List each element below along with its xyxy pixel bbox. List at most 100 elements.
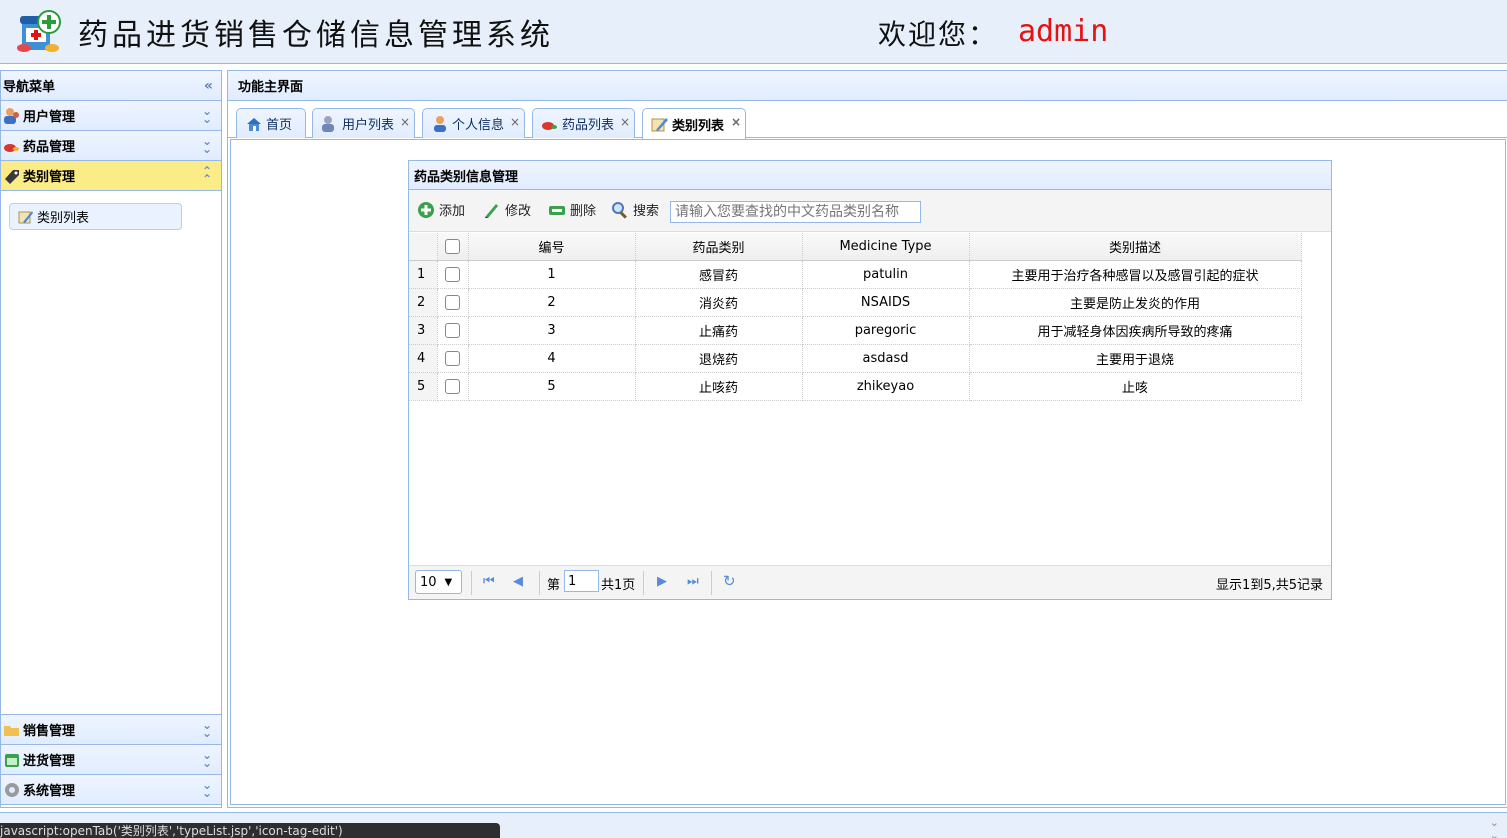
nav-section-system[interactable]: 系统管理 ⌄ ⌄	[1, 775, 221, 805]
row-checkbox-cell	[437, 288, 469, 317]
row-checkbox[interactable]	[445, 294, 460, 310]
search-label: 搜索	[633, 204, 660, 219]
nav-section-category[interactable]: 类别管理 ⌃ ⌃	[1, 161, 221, 191]
table-header-row: 编号 药品类别 Medicine Type 类别描述	[409, 233, 1302, 261]
next-page-icon[interactable]: ▶	[657, 574, 667, 589]
prev-page-icon[interactable]: ◀	[513, 574, 523, 589]
table-row[interactable]: 4 4 退烧药 asdasd 主要用于退烧	[409, 344, 1302, 373]
collapse-left-icon[interactable]: «	[204, 78, 213, 94]
main-panel-title: 功能主界面	[238, 80, 304, 95]
row-checkbox[interactable]	[445, 378, 460, 394]
tab-bar: 首页 用户列表 × 个人信息 × 药品列表 × 类别列表 ×	[228, 102, 1507, 139]
page-size-select[interactable]: 10 ▼	[415, 570, 462, 594]
nav-section-label: 用户管理	[23, 110, 76, 125]
expand-icon[interactable]: ⌄ ⌄	[202, 779, 212, 799]
expand-icon[interactable]: ⌄ ⌄	[202, 719, 212, 739]
separator	[539, 571, 540, 595]
users-icon	[322, 115, 334, 132]
main-panel-header: 功能主界面	[228, 71, 1507, 101]
rownum-header	[409, 233, 438, 261]
column-header-id[interactable]: 编号	[468, 233, 636, 261]
close-icon[interactable]: ×	[510, 115, 520, 129]
row-number: 5	[409, 372, 438, 401]
column-header-name[interactable]: 药品类别	[635, 233, 803, 261]
nav-section-label: 类别管理	[23, 170, 76, 185]
last-page-icon[interactable]: ⏭	[687, 574, 699, 589]
nav-section-sales[interactable]: 销售管理 ⌄ ⌄	[1, 715, 221, 745]
collapse-icon[interactable]: ⌃ ⌃	[202, 165, 212, 185]
cell-desc: 主要是防止发炎的作用	[969, 288, 1302, 317]
tab-profile[interactable]: 个人信息 ×	[422, 108, 525, 138]
cell-desc: 止咳	[969, 372, 1302, 401]
table-row[interactable]: 1 1 感冒药 patulin 主要用于治疗各种感冒以及感冒引起的症状	[409, 260, 1302, 289]
tab-label: 类别列表	[672, 118, 725, 134]
column-header-desc[interactable]: 类别描述	[969, 233, 1302, 261]
cell-name: 退烧药	[635, 344, 803, 373]
table-row[interactable]: 2 2 消炎药 NSAIDS 主要是防止发炎的作用	[409, 288, 1302, 317]
add-label: 添加	[439, 204, 466, 219]
cell-type: NSAIDS	[802, 288, 970, 317]
search-input[interactable]	[670, 201, 921, 223]
search-button[interactable]: 搜索	[611, 200, 659, 219]
tab-label: 个人信息	[452, 118, 505, 133]
cell-desc: 主要用于治疗各种感冒以及感冒引起的症状	[969, 260, 1302, 289]
tab-home[interactable]: 首页	[236, 108, 306, 138]
cell-name: 感冒药	[635, 260, 803, 289]
cell-type: patulin	[802, 260, 970, 289]
nav-panel-header: 导航菜单 «	[1, 71, 221, 101]
users-icon	[4, 107, 19, 124]
tab-label: 用户列表	[342, 118, 395, 133]
row-number: 1	[409, 260, 438, 289]
separator	[471, 571, 472, 595]
row-checkbox-cell	[437, 260, 469, 289]
tag-edit-icon	[651, 118, 668, 132]
tab-category-list[interactable]: 类别列表 ×	[642, 108, 746, 139]
page-number-value: 1	[568, 573, 577, 589]
edit-button[interactable]: 修改	[483, 200, 531, 219]
tab-user-list[interactable]: 用户列表 ×	[312, 108, 415, 138]
nav-section-user[interactable]: 用户管理 ⌄ ⌄	[1, 101, 221, 131]
cell-id: 2	[468, 288, 636, 317]
nav-item-category-list[interactable]: 类别列表	[9, 203, 182, 230]
select-all-checkbox[interactable]	[445, 238, 460, 254]
row-checkbox-cell	[437, 344, 469, 373]
nav-panel: 导航菜单 « 用户管理 ⌄ ⌄ 药品管理 ⌄ ⌄ 类别管理 ⌃ ⌃ 类别列表 销售管理…	[0, 70, 222, 808]
expand-icon[interactable]: ⌄ ⌄	[202, 135, 212, 155]
row-number: 4	[409, 344, 438, 373]
tag-icon	[5, 169, 19, 184]
nav-section-drug[interactable]: 药品管理 ⌄ ⌄	[1, 131, 221, 161]
column-header-type[interactable]: Medicine Type	[802, 233, 970, 261]
cell-name: 消炎药	[635, 288, 803, 317]
nav-section-label: 销售管理	[23, 724, 76, 739]
expand-bottom-icon[interactable]: ⌄ ⌄	[1490, 816, 1499, 838]
nav-section-purchase[interactable]: 进货管理 ⌄ ⌄	[1, 745, 221, 775]
close-icon[interactable]: ×	[731, 115, 741, 129]
tab-drug-list[interactable]: 药品列表 ×	[532, 108, 635, 138]
logo-icon	[17, 10, 61, 52]
expand-icon[interactable]: ⌄ ⌄	[202, 105, 212, 125]
nav-panel-title: 导航菜单	[3, 80, 56, 95]
cell-id: 3	[468, 316, 636, 345]
first-page-icon[interactable]: ⏮	[483, 574, 495, 589]
page-number-input[interactable]: 1	[564, 570, 599, 592]
cell-desc: 主要用于退烧	[969, 344, 1302, 373]
row-checkbox[interactable]	[445, 350, 460, 366]
close-icon[interactable]: ×	[400, 115, 410, 129]
row-checkbox[interactable]	[445, 322, 460, 338]
tab-label: 药品列表	[562, 118, 615, 133]
add-button[interactable]: 添加	[417, 200, 465, 219]
refresh-icon[interactable]: ↻	[723, 572, 736, 590]
row-number: 2	[409, 288, 438, 317]
delete-button[interactable]: 删除	[548, 200, 596, 219]
table-row[interactable]: 3 3 止痛药 paregoric 用于减轻身体因疾病所导致的疼痛	[409, 316, 1302, 345]
cell-id: 5	[468, 372, 636, 401]
edit-label: 修改	[505, 204, 532, 219]
table-row[interactable]: 5 5 止咳药 zhikeyao 止咳	[409, 372, 1302, 401]
row-checkbox[interactable]	[445, 266, 460, 282]
chevron-down-icon: ▼	[444, 576, 453, 588]
cell-id: 4	[468, 344, 636, 373]
close-icon[interactable]: ×	[620, 115, 630, 129]
expand-icon[interactable]: ⌄ ⌄	[202, 749, 212, 769]
status-bar-link: javascript:openTab('类别列表','typeList.jsp'…	[0, 823, 500, 838]
welcome-text: 欢迎您：	[878, 18, 999, 51]
